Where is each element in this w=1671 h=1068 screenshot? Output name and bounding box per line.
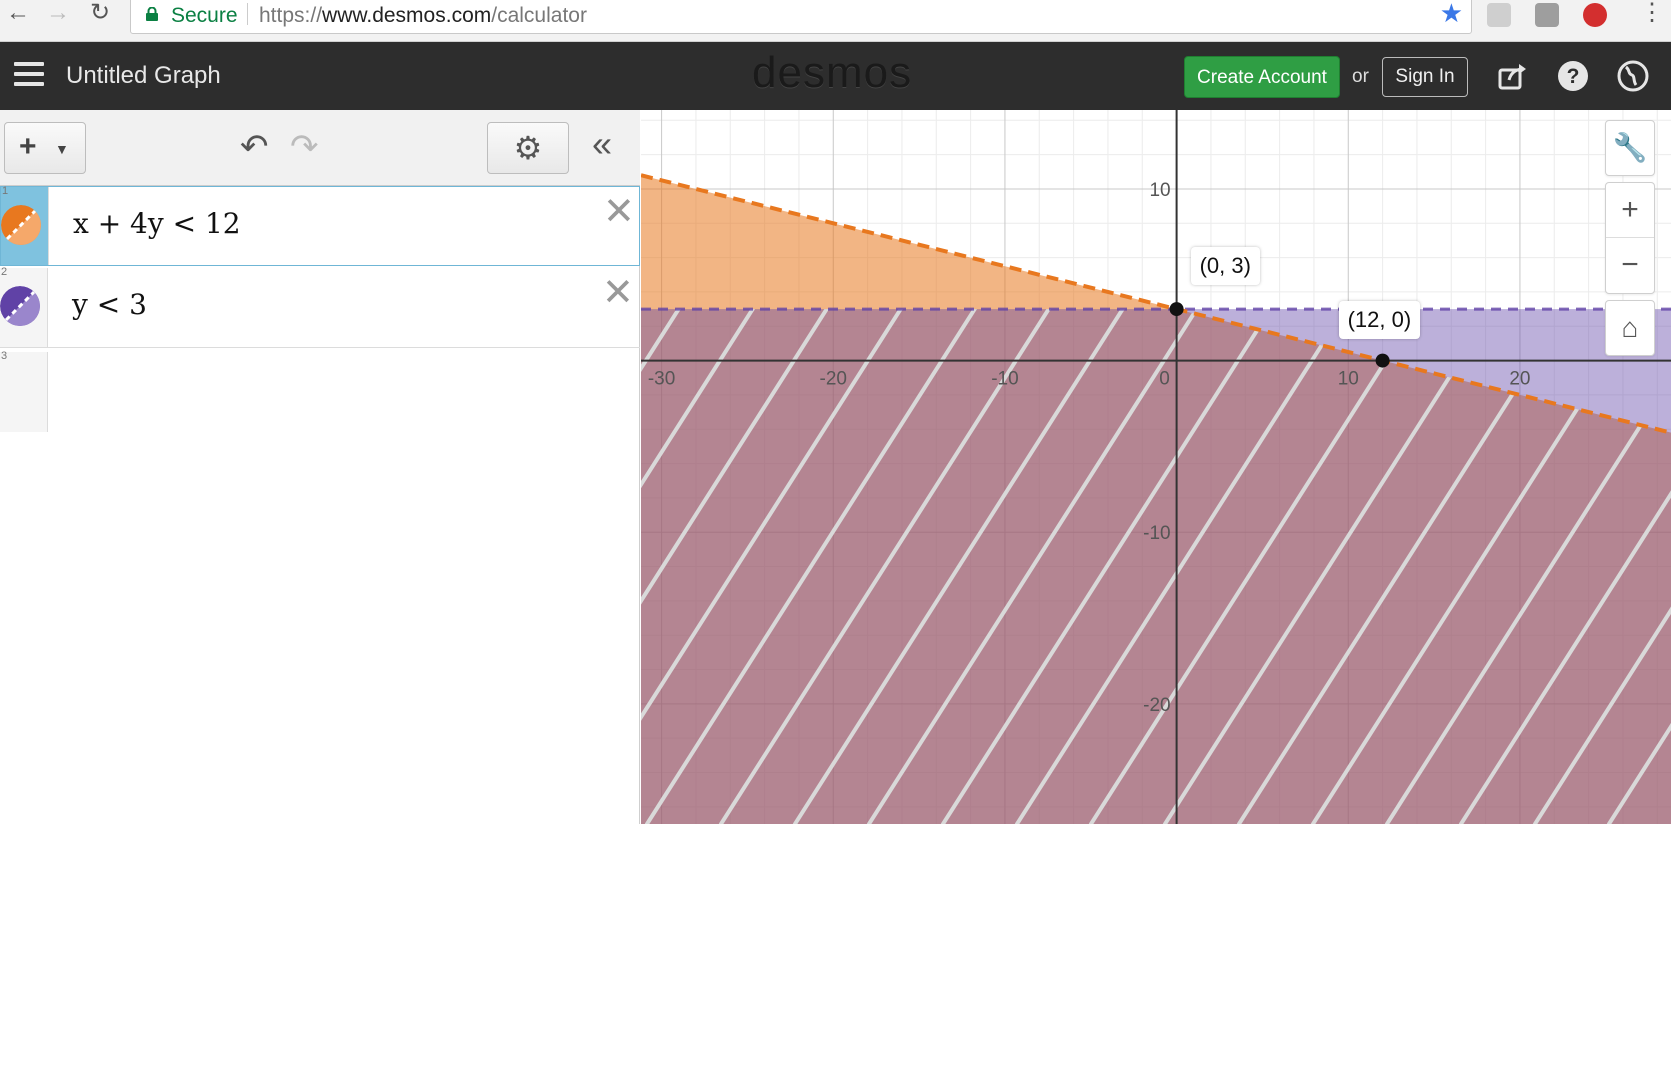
pdf-extension-icon[interactable] [1487, 3, 1511, 27]
chevron-down-icon: ▼ [55, 141, 69, 157]
create-account-button[interactable]: Create Account [1184, 56, 1340, 98]
globe-icon[interactable] [1617, 60, 1649, 92]
y-tick-label: -20 [1143, 695, 1170, 716]
x-tick-label: -20 [820, 369, 847, 390]
secure-label: Secure [171, 4, 238, 27]
home-icon: ⌂ [1621, 312, 1639, 343]
x-tick-label: 10 [1338, 369, 1359, 390]
help-icon[interactable]: ? [1557, 60, 1589, 92]
intersection-point [1169, 302, 1184, 317]
graph-settings-button[interactable]: 🔧 [1605, 120, 1655, 176]
app-header: Untitled Graph desmos Create Account or … [0, 42, 1671, 110]
adblock-icon[interactable] [1583, 3, 1607, 27]
url-path: /calculator [491, 4, 587, 27]
gear-icon[interactable]: ⚙ [487, 122, 569, 174]
delete-icon[interactable]: ✕ [603, 193, 635, 231]
zoom-out-icon[interactable]: − [1606, 238, 1654, 292]
expression-number: 3 [1, 350, 8, 362]
inequality-color-icon[interactable] [1, 205, 41, 245]
url-host: www.desmos.com [322, 4, 492, 27]
x-tick-label: 20 [1509, 369, 1530, 390]
point-label[interactable]: (12, 0) [1338, 300, 1421, 339]
reload-icon[interactable]: ↻ [86, 0, 114, 28]
zoom-in-icon[interactable]: + [1606, 183, 1654, 238]
or-label: or [1352, 66, 1369, 87]
expression-list: + ▼ ↶ ↷ ⚙ « 1 x + 4y < 12 ✕ 2 y < 3 ✕ 3 [0, 110, 640, 824]
address-bar[interactable]: Secure https://www.desmos.com/calculator… [130, 0, 1472, 34]
menu-kebab-icon[interactable]: ⋮ [1640, 0, 1664, 26]
hamburger-icon[interactable] [14, 62, 44, 88]
sign-in-button[interactable]: Sign In [1382, 57, 1468, 97]
share-icon[interactable] [1497, 60, 1529, 92]
redo-icon[interactable]: ↷ [290, 130, 319, 164]
url-scheme: https:// [259, 4, 323, 27]
expression-gutter[interactable]: 2 [0, 266, 48, 347]
x-tick-label: -10 [991, 369, 1018, 390]
expression-row[interactable]: 2 y < 3 ✕ [0, 266, 640, 348]
inequality-regions [641, 175, 1671, 824]
forward-arrow-icon[interactable]: → [44, 0, 72, 28]
plus-icon: + [19, 130, 37, 163]
point-label[interactable]: (0, 3) [1190, 247, 1260, 286]
expression-input[interactable]: x + 4y < 12 [73, 207, 241, 240]
expression-number: 2 [1, 266, 8, 278]
wrench-icon: 🔧 [1612, 132, 1648, 163]
x-tick-label: -30 [648, 369, 675, 390]
graph-title[interactable]: Untitled Graph [66, 62, 221, 90]
collapse-icon[interactable]: « [592, 126, 612, 162]
browser-toolbar: ← → ↻ Secure https://www.desmos.com/calc… [0, 0, 1671, 42]
y-tick-label: -10 [1143, 523, 1170, 544]
y-tick-label: 10 [1149, 180, 1170, 201]
svg-text:?: ? [1567, 65, 1580, 88]
x-tick-label: 0 [1159, 369, 1170, 390]
home-button[interactable]: ⌂ [1605, 300, 1655, 356]
delete-icon[interactable]: ✕ [602, 274, 634, 312]
expression-input[interactable]: y < 3 [72, 288, 147, 321]
expression-toolbar: + ▼ ↶ ↷ ⚙ « [0, 110, 640, 186]
empty-expression-row[interactable]: 3 [0, 350, 48, 432]
back-arrow-icon[interactable]: ← [4, 0, 32, 28]
graph-canvas[interactable]: -30 -20 -10 0 10 20 10 -10 -20 [641, 110, 1671, 824]
intersection-point [1375, 353, 1390, 368]
lock-icon [146, 7, 158, 21]
expression-row[interactable]: 1 x + 4y < 12 ✕ [0, 185, 640, 266]
undo-icon[interactable]: ↶ [240, 130, 269, 164]
expression-gutter[interactable]: 1 [1, 185, 49, 265]
add-item-button[interactable]: + ▼ [4, 122, 86, 174]
expression-number: 1 [2, 185, 9, 197]
url-text[interactable]: https://www.desmos.com/calculator [259, 4, 587, 28]
graph-paper[interactable]: -30 -20 -10 0 10 20 10 -10 -20 (0, 3) (12, 0) 🔧 … [641, 110, 1671, 824]
desmos-logo: desmos [752, 48, 913, 97]
inequality-color-icon[interactable] [0, 286, 40, 326]
address-divider [247, 3, 248, 25]
extension-icon[interactable] [1535, 3, 1559, 27]
star-icon[interactable]: ★ [1440, 0, 1463, 28]
zoom-controls: + − [1605, 182, 1655, 294]
